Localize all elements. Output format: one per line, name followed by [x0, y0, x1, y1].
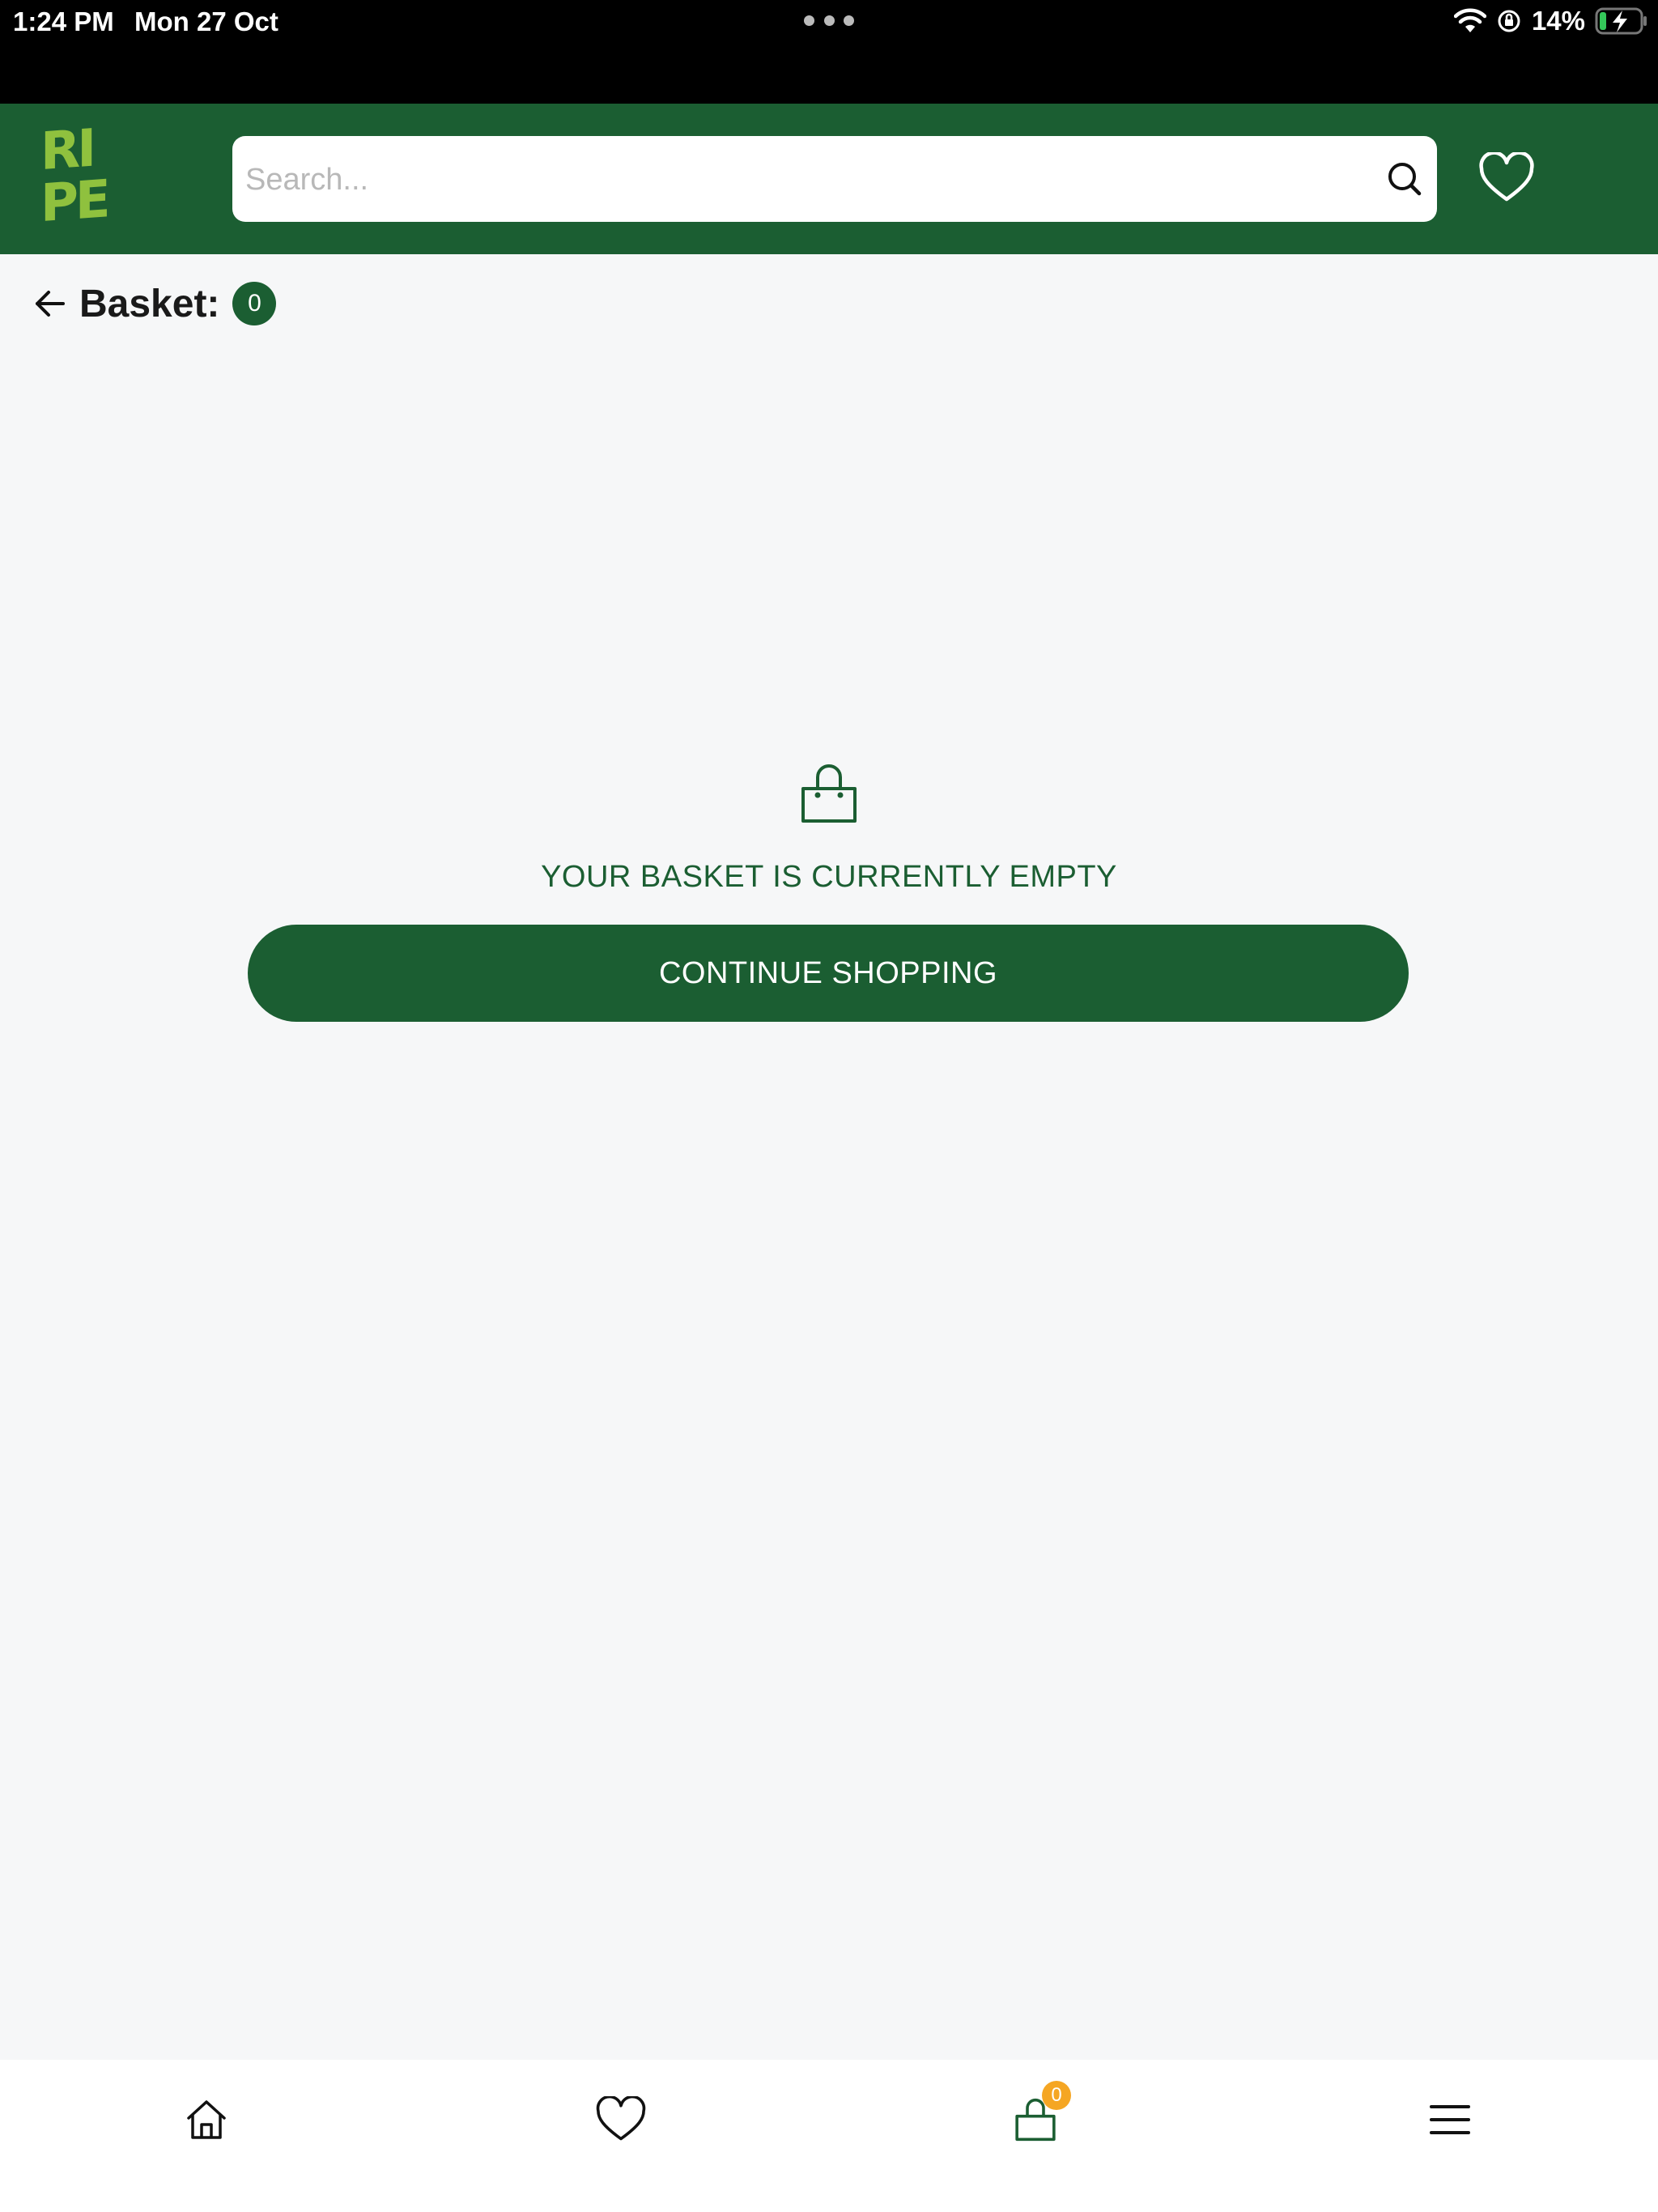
multitasking-dots-icon[interactable] [804, 15, 854, 27]
battery-charging-icon [1595, 7, 1647, 35]
wifi-icon [1453, 8, 1486, 32]
basket-badge: 0 [1042, 2081, 1071, 2110]
nav-menu[interactable] [1409, 2079, 1490, 2160]
basket-count-badge: 0 [232, 282, 277, 325]
bottom-navigation: 0 [0, 2060, 1658, 2212]
status-bar: 1:24 PM Mon 27 Oct 14% [0, 0, 1658, 104]
empty-basket-message: YOUR BASKET IS CURRENTLY EMPTY [541, 860, 1117, 894]
home-icon [187, 2100, 226, 2139]
continue-shopping-button[interactable]: CONTINUE SHOPPING [248, 925, 1409, 1022]
heart-icon[interactable] [1478, 152, 1535, 204]
basket-title-row: Basket: 0 [32, 277, 277, 330]
status-date: Mon 27 Oct [134, 6, 278, 36]
search-icon[interactable] [1382, 156, 1427, 202]
search-bar[interactable] [232, 136, 1437, 223]
nav-basket[interactable]: 0 [995, 2079, 1076, 2160]
search-input[interactable] [244, 136, 1364, 223]
page-title: Basket: [79, 282, 220, 325]
menu-icon [1430, 2105, 1470, 2134]
status-time: 1:24 PM [13, 6, 114, 36]
status-indicators: 14% [1453, 5, 1648, 37]
orientation-lock-icon [1498, 10, 1520, 32]
heart-icon [596, 2096, 646, 2141]
ripe-logo[interactable]: RI PE [40, 119, 113, 235]
nav-wishlist[interactable] [580, 2079, 661, 2160]
back-arrow-icon[interactable] [32, 286, 68, 321]
app-header: RI PE [0, 104, 1658, 254]
battery-percentage: 14% [1531, 6, 1585, 36]
shopping-bag-icon [801, 764, 857, 823]
nav-home[interactable] [166, 2079, 247, 2160]
